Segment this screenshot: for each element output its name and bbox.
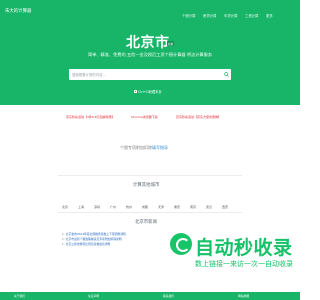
section-title-news: 北京市新闻 xyxy=(135,220,157,225)
bookmark-hint-text: Ctrl+D收藏本页 xyxy=(138,90,162,94)
nav-item-salary[interactable]: 工资计算 xyxy=(245,13,259,18)
city-link[interactable]: 重庆 xyxy=(174,205,180,209)
footer: 关于我们 免责声明 联系我们 网站地图 xyxy=(0,292,300,300)
city-link[interactable]: 深圳 xyxy=(94,205,100,209)
footer-link[interactable]: 联系我们 xyxy=(163,294,174,298)
deduction-notice: 个税专项附加扣除填写指导 xyxy=(120,145,168,151)
city-link[interactable]: 成都 xyxy=(142,205,148,209)
bookmark-hint: Ctrl+D收藏本页 xyxy=(134,89,162,94)
city-link[interactable]: 北京 xyxy=(62,205,68,209)
ad-link-1[interactable]: 京东秒杀活动【3件8.8元包邮特惠】 xyxy=(66,115,115,119)
city-title: 北京市 xyxy=(126,35,170,51)
news-item[interactable]: 北京发布2024年度社保缴费基数上下限调整通知 xyxy=(62,232,126,236)
nav-item-car-loan[interactable]: 车贷计算 xyxy=(224,13,238,18)
ad-link-3[interactable]: 京东秒杀活动【京东大促优惠券】 xyxy=(176,115,221,119)
section-title-other-cities: 计算其他城市 xyxy=(133,183,160,188)
city-link[interactable]: 上海 xyxy=(78,205,84,209)
city-link[interactable]: 杭州 xyxy=(126,205,132,209)
hero-banner: 朱大的计算器 个税计算 房贷计算 车贷计算 工资计算 更多 北京市 切换 简单、… xyxy=(0,0,300,105)
watermark-title: 自动秒收录 xyxy=(195,237,293,259)
nav-item-more[interactable]: 更多 xyxy=(266,13,273,18)
watermark-subtitle: 数上链接一来访一次一自动收录 xyxy=(195,260,293,268)
deduction-text: 个税专项附加扣除 xyxy=(120,145,152,150)
ad-link-2[interactable]: Chrome浏览器下载 xyxy=(131,115,158,119)
top-navigation: 朱大的计算器 个税计算 房贷计算 车贷计算 工资计算 更多 xyxy=(0,0,300,26)
watermark: 自动秒收录 数上链接一来访一次一自动收录 xyxy=(170,233,295,279)
city-link[interactable]: 西安 xyxy=(222,205,228,209)
nav-item-tax[interactable]: 个税计算 xyxy=(182,13,196,18)
bookmark-icon xyxy=(134,90,137,94)
footer-link[interactable]: 关于我们 xyxy=(14,294,25,298)
footer-link[interactable]: 网站地图 xyxy=(238,294,249,298)
city-link[interactable]: 武汉 xyxy=(206,205,212,209)
footer-link[interactable]: 免责声明 xyxy=(88,294,99,298)
search-icon xyxy=(224,72,229,77)
search-button[interactable] xyxy=(222,69,231,80)
city-link[interactable]: 天津 xyxy=(158,205,164,209)
divider xyxy=(58,212,242,213)
search-box[interactable]: 搜索想要计算的内容... xyxy=(69,69,231,80)
city-link[interactable]: 南京 xyxy=(190,205,196,209)
watermark-logo-icon xyxy=(170,233,192,255)
city-link[interactable]: 广州 xyxy=(110,205,116,209)
site-logo[interactable]: 朱大的计算器 xyxy=(5,8,31,14)
news-item[interactable]: 北京公积金缴存比例及基数最新调整 xyxy=(62,242,111,246)
nav-item-mortgage[interactable]: 房贷计算 xyxy=(203,13,217,18)
divider xyxy=(58,175,242,176)
search-input[interactable]: 搜索想要计算的内容... xyxy=(72,72,106,77)
tagline: 简单、精准、免费的 五险一金及税后工资个税计算器 将这计算服务 xyxy=(87,52,213,57)
deduction-guide-link[interactable]: 填写指导 xyxy=(152,145,168,150)
news-item[interactable]: 北京市最新个税政策解读及专项附加扣除说明 xyxy=(62,237,122,241)
city-switch-badge[interactable]: 切换 xyxy=(167,41,175,46)
